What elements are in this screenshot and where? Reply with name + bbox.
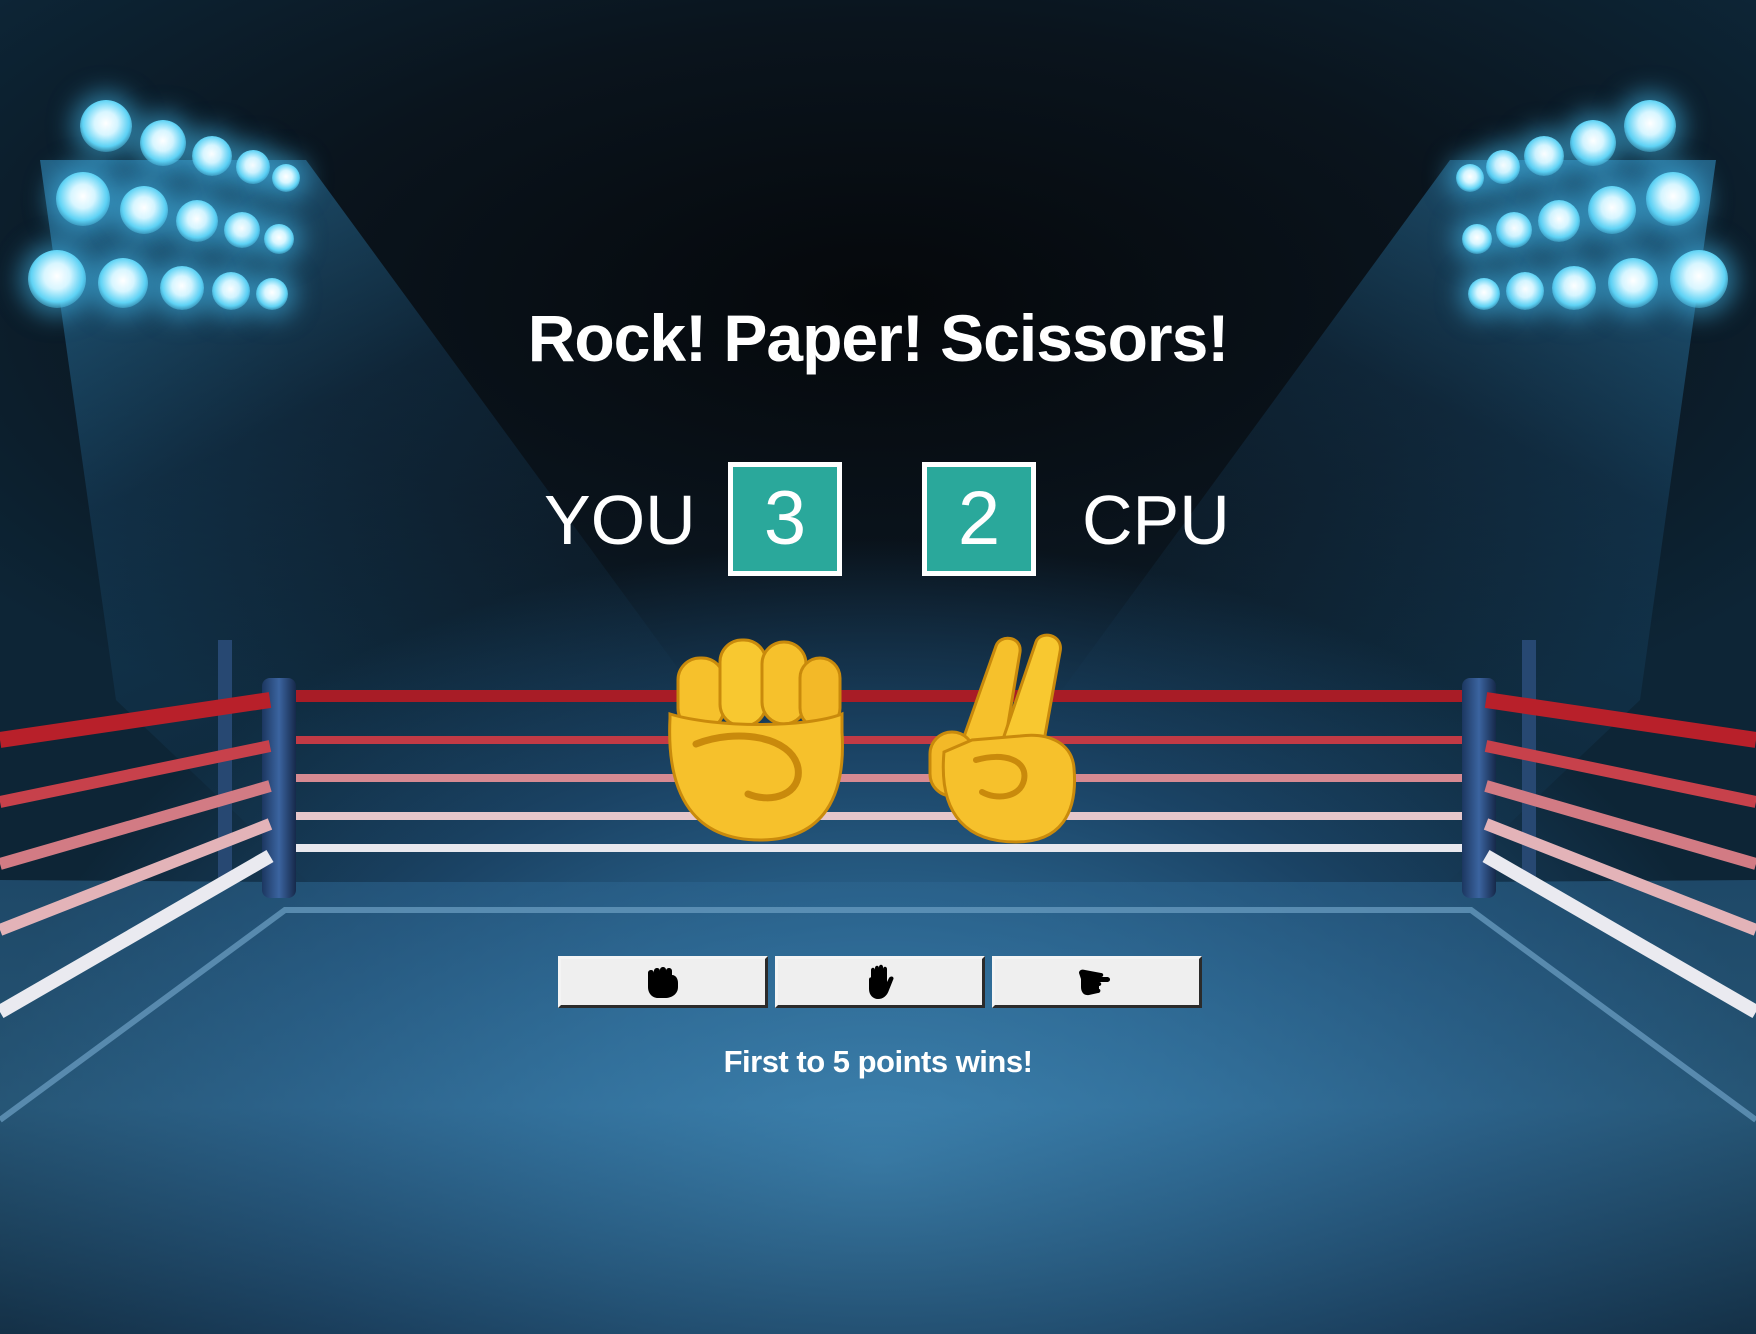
boxing-ring-background: Rock! Paper! Scissors! YOU 3 2 CPU First… bbox=[0, 0, 1756, 1334]
left-floodlights bbox=[20, 100, 300, 330]
paper-button[interactable] bbox=[775, 956, 985, 1008]
game-title: Rock! Paper! Scissors! bbox=[527, 301, 1230, 375]
hand-rock-icon bbox=[648, 967, 678, 998]
cpu-score: 2 bbox=[922, 462, 1036, 576]
move-buttons bbox=[558, 956, 1202, 1008]
hand-paper-icon bbox=[869, 964, 894, 999]
victory-hand-icon bbox=[928, 633, 1077, 844]
right-floodlights bbox=[1456, 100, 1736, 330]
win-condition-hint: First to 5 points wins! bbox=[723, 1044, 1033, 1079]
you-label: YOU bbox=[544, 481, 696, 559]
rock-button[interactable] bbox=[558, 956, 768, 1008]
scissors-button[interactable] bbox=[992, 956, 1202, 1008]
hand-scissors-icon bbox=[1079, 969, 1110, 996]
cpu-label: CPU bbox=[1082, 481, 1230, 559]
you-score: 3 bbox=[728, 462, 842, 576]
raised-fist-icon bbox=[668, 638, 844, 842]
